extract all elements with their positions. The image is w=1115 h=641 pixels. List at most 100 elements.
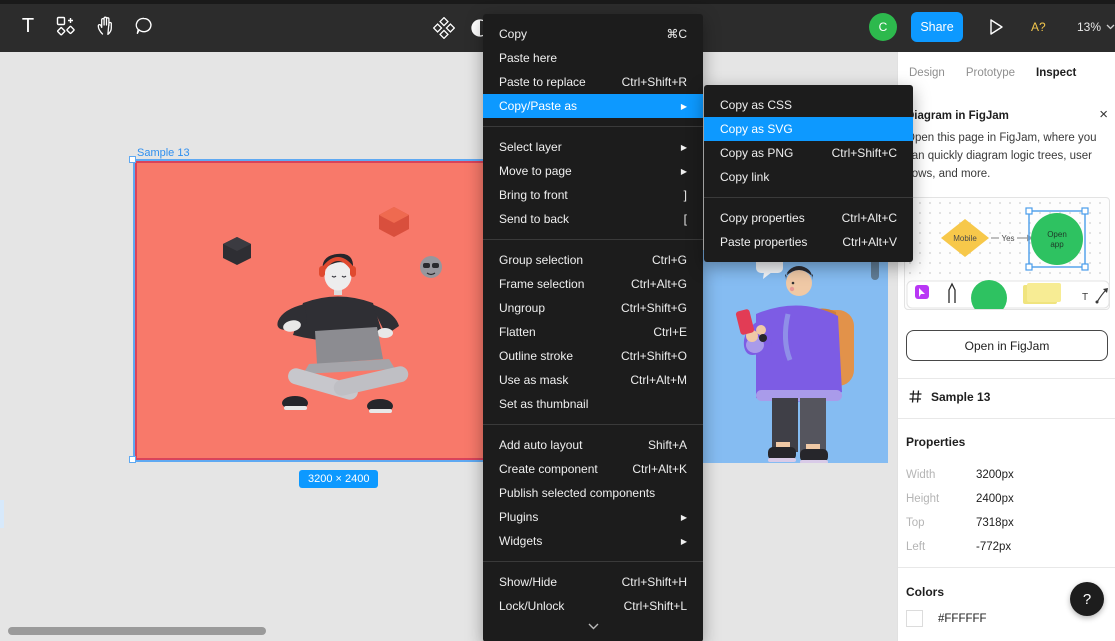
close-icon[interactable]: × xyxy=(1099,106,1108,123)
properties-title: Properties xyxy=(906,435,965,449)
property-value: 3200px xyxy=(976,469,1014,481)
submenu-item-copy-as-svg[interactable]: Copy as SVG xyxy=(704,117,913,141)
offscreen-frame-edge xyxy=(0,500,4,528)
menu-item-copy-paste-as[interactable]: Copy/Paste as▶ xyxy=(483,94,703,118)
panel-separator xyxy=(898,378,1115,379)
selected-layer-name: Sample 13 xyxy=(931,390,990,404)
property-value: 7318px xyxy=(976,517,1014,529)
colors-title: Colors xyxy=(906,585,944,599)
property-label: Width xyxy=(906,469,976,481)
property-row-top: Top 7318px xyxy=(906,517,1096,529)
menu-item-add-auto-layout[interactable]: Add auto layoutShift+A xyxy=(483,433,703,457)
tab-prototype[interactable]: Prototype xyxy=(966,67,1015,79)
menu-item-select-layer[interactable]: Select layer▶ xyxy=(483,135,703,159)
text-tool-button[interactable]: T xyxy=(14,12,42,40)
zoom-level-value: 13% xyxy=(1077,20,1101,34)
submenu-item-copy-properties[interactable]: Copy propertiesCtrl+Alt+C xyxy=(704,206,913,230)
hand-tool-button[interactable] xyxy=(92,12,120,40)
menu-item-widgets[interactable]: Widgets▶ xyxy=(483,529,703,553)
component-tool-button[interactable] xyxy=(430,14,458,42)
menu-item-set-as-thumbnail[interactable]: Set as thumbnail xyxy=(483,392,703,416)
submenu-arrow-icon: ▶ xyxy=(681,513,687,522)
menu-item-show-hide[interactable]: Show/HideCtrl+Shift+H xyxy=(483,570,703,594)
menu-item-group-selection[interactable]: Group selectionCtrl+G xyxy=(483,248,703,272)
submenu-item-copy-as-css[interactable]: Copy as CSS xyxy=(704,93,913,117)
submenu-item-copy-link[interactable]: Copy link xyxy=(704,165,913,189)
panel-tabs: Design Prototype Inspect xyxy=(898,52,1115,94)
menu-item-bring-to-front[interactable]: Bring to front] xyxy=(483,183,703,207)
comment-icon xyxy=(132,14,156,38)
menu-item-create-component[interactable]: Create componentCtrl+Alt+K xyxy=(483,457,703,481)
submenu-arrow-icon: ▶ xyxy=(681,537,687,546)
property-value: -772px xyxy=(976,541,1011,553)
menu-separator xyxy=(483,126,703,127)
preview-circle-label-1: Open xyxy=(1047,230,1067,239)
color-swatch-white[interactable] xyxy=(906,610,923,627)
property-label: Height xyxy=(906,493,976,505)
copy-paste-as-submenu: Copy as CSS Copy as SVG Copy as PNGCtrl+… xyxy=(704,85,913,262)
menu-item-lock-unlock[interactable]: Lock/UnlockCtrl+Shift+L xyxy=(483,594,703,618)
share-button[interactable]: Share xyxy=(911,12,963,42)
panel-separator xyxy=(898,418,1115,419)
submenu-item-copy-as-png[interactable]: Copy as PNGCtrl+Shift+C xyxy=(704,141,913,165)
property-row-width: Width 3200px xyxy=(906,469,1096,481)
selection-size-badge: 3200 × 2400 xyxy=(299,470,378,488)
zoom-level-dropdown[interactable]: 13% xyxy=(1077,20,1115,34)
figjam-card-body: Open this page in FigJam, where you can … xyxy=(906,129,1109,183)
window-top-edge xyxy=(0,0,1115,4)
menu-item-paste-to-replace[interactable]: Paste to replaceCtrl+Shift+R xyxy=(483,70,703,94)
property-label: Left xyxy=(906,541,976,553)
missing-font-indicator[interactable]: A? xyxy=(1031,20,1046,34)
menu-item-outline-stroke[interactable]: Outline strokeCtrl+Shift+O xyxy=(483,344,703,368)
preview-text-tool-glyph: T xyxy=(1082,292,1088,303)
submenu-arrow-icon: ▶ xyxy=(681,143,687,152)
comment-tool-button[interactable] xyxy=(130,12,158,40)
component-diamonds-icon xyxy=(433,17,455,39)
chevron-down-icon xyxy=(1106,24,1115,30)
chevron-down-icon xyxy=(588,623,599,630)
menu-item-publish-selected-components[interactable]: Publish selected components xyxy=(483,481,703,505)
menu-item-paste-here[interactable]: Paste here xyxy=(483,46,703,70)
menu-separator xyxy=(483,424,703,425)
submenu-item-paste-properties[interactable]: Paste propertiesCtrl+Alt+V xyxy=(704,230,913,254)
figjam-card-title: Diagram in FigJam xyxy=(906,110,1009,122)
preview-circle-label-2: app xyxy=(1050,240,1064,249)
menu-item-frame-selection[interactable]: Frame selectionCtrl+Alt+G xyxy=(483,272,703,296)
menu-item-ungroup[interactable]: UngroupCtrl+Shift+G xyxy=(483,296,703,320)
preview-diamond-label: Mobile xyxy=(953,234,977,243)
present-button[interactable] xyxy=(982,13,1010,41)
help-button[interactable]: ? xyxy=(1070,582,1104,616)
text-tool-icon: T xyxy=(22,15,34,38)
resources-tool-button[interactable] xyxy=(52,12,80,40)
figma-app: Sample 13 xyxy=(0,0,1115,641)
question-mark-icon: ? xyxy=(1083,591,1091,608)
property-value: 2400px xyxy=(976,493,1014,505)
color-hex-value: #FFFFFF xyxy=(938,613,987,625)
menu-item-use-as-mask[interactable]: Use as maskCtrl+Alt+M xyxy=(483,368,703,392)
inspect-panel: Design Prototype Inspect Diagram in FigJ… xyxy=(897,52,1115,641)
menu-item-send-to-back[interactable]: Send to back[ xyxy=(483,207,703,231)
menu-item-move-to-page[interactable]: Move to page▶ xyxy=(483,159,703,183)
submenu-arrow-icon: ▶ xyxy=(681,167,687,176)
selection-handle-top-left[interactable] xyxy=(129,156,136,163)
figjam-preview: Mobile Yes Open app T xyxy=(904,197,1110,310)
menu-item-copy[interactable]: Copy⌘C xyxy=(483,22,703,46)
selected-layer-row[interactable]: Sample 13 xyxy=(908,389,990,404)
panel-separator xyxy=(898,567,1115,568)
play-icon xyxy=(986,17,1006,37)
tab-design[interactable]: Design xyxy=(909,67,945,79)
menu-scroll-more[interactable] xyxy=(483,618,703,634)
menu-item-plugins[interactable]: Plugins▶ xyxy=(483,505,703,529)
avatar[interactable]: C xyxy=(869,13,897,41)
resources-icon xyxy=(54,14,78,38)
open-in-figjam-button[interactable]: Open in FigJam xyxy=(906,330,1108,361)
menu-separator xyxy=(704,197,913,198)
canvas-horizontal-scrollbar[interactable] xyxy=(8,627,266,635)
property-row-height: Height 2400px xyxy=(906,493,1096,505)
hand-icon xyxy=(94,14,118,38)
frame-name-label[interactable]: Sample 13 xyxy=(137,147,190,159)
figjam-preview-art: Mobile Yes Open app T xyxy=(905,198,1110,310)
tab-inspect[interactable]: Inspect xyxy=(1036,67,1076,79)
menu-item-flatten[interactable]: FlattenCtrl+E xyxy=(483,320,703,344)
selection-handle-bottom-left[interactable] xyxy=(129,456,136,463)
